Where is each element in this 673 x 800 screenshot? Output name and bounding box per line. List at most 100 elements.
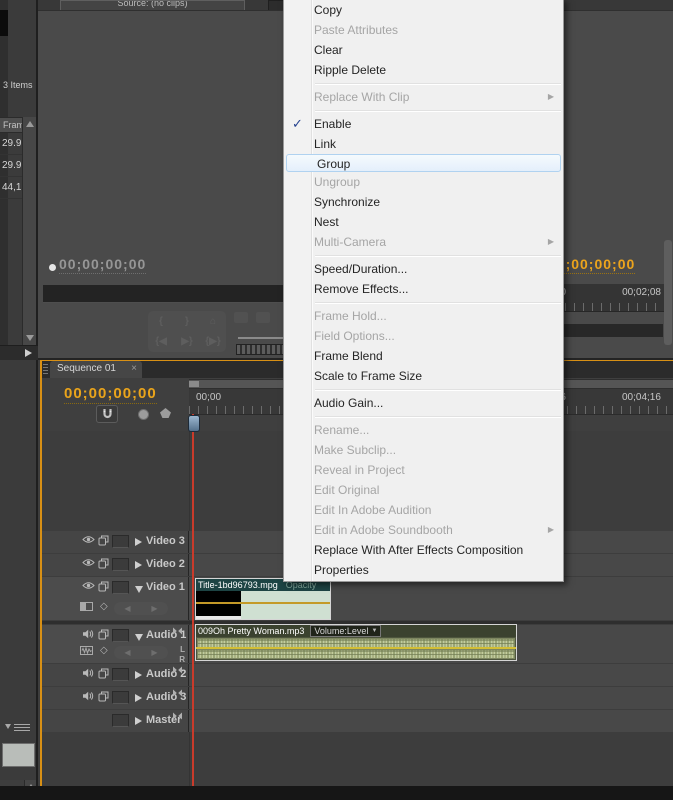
toggle-track-output-speaker-icon[interactable] (82, 668, 95, 678)
menu-item-enable[interactable]: ✓Enable (284, 114, 563, 134)
toggle-track-output-eye-icon[interactable] (82, 581, 95, 590)
expand-collapse-icon[interactable] (135, 584, 143, 593)
scroll-up-icon[interactable] (26, 121, 34, 127)
expand-collapse-icon[interactable] (135, 632, 143, 641)
step-forward-button[interactable] (256, 312, 270, 323)
keyframe-nav: ◀▶ (114, 602, 168, 615)
jog-wheel[interactable] (236, 344, 290, 355)
project-row[interactable]: 29.9 (0, 133, 22, 155)
menu-item-group[interactable]: Group (286, 154, 561, 172)
keyframe-toggle-icon[interactable] (172, 666, 183, 674)
expand-collapse-icon[interactable] (135, 561, 142, 569)
source-timecode[interactable]: 00;00;00;00 (59, 256, 146, 274)
expand-collapse-icon[interactable] (135, 538, 142, 546)
scroll-right-icon[interactable] (25, 349, 32, 357)
sync-lock-box[interactable] (112, 668, 129, 681)
track-lock-icon[interactable] (98, 535, 109, 546)
sync-lock-box[interactable] (112, 691, 129, 704)
menu-item-audio-gain[interactable]: Audio Gain... (284, 393, 563, 413)
keyframe-toggle-icon[interactable] (172, 689, 183, 697)
transport-button[interactable]: ⌂ (210, 316, 216, 327)
menu-item-link[interactable]: Link (284, 134, 563, 154)
track-lock-icon[interactable] (98, 629, 109, 640)
sync-lock-box[interactable] (112, 714, 129, 727)
transport-button[interactable]: ▶} (181, 336, 193, 347)
menu-item-label: Speed/Duration... (314, 259, 407, 279)
sync-lock-box[interactable] (112, 535, 129, 548)
display-style-icon[interactable] (80, 602, 93, 611)
add-keyframe-icon[interactable]: ◇ (100, 602, 108, 612)
panel-grip-icon[interactable] (43, 364, 48, 375)
track-lock-icon[interactable] (98, 558, 109, 569)
menu-item-frame-blend[interactable]: Frame Blend (284, 346, 563, 366)
toggle-track-output-eye-icon[interactable] (82, 535, 95, 544)
toggle-track-output-eye-icon[interactable] (82, 558, 95, 567)
project-row[interactable]: 29.9 (0, 155, 22, 177)
transport-button[interactable]: { (159, 316, 163, 327)
menu-item-ripple-delete[interactable]: Ripple Delete (284, 60, 563, 80)
project-vertical-scrollbar[interactable] (22, 117, 36, 345)
timeline-timecode[interactable]: 00;00;00;00 (64, 385, 157, 404)
toggle-track-output-speaker-icon[interactable] (82, 629, 95, 639)
panel-swatch[interactable] (2, 743, 35, 767)
effect-controls-scrollbar[interactable] (664, 240, 672, 345)
track-lane-audio-2[interactable] (189, 664, 673, 686)
playhead-line[interactable] (192, 414, 194, 786)
scroll-down-icon[interactable] (26, 335, 34, 341)
opacity-rubber-band[interactable] (196, 602, 330, 604)
playhead-marker[interactable] (188, 415, 200, 432)
menu-item-properties[interactable]: Properties (284, 560, 563, 580)
toggle-track-output-speaker-icon[interactable] (82, 691, 95, 701)
track-lane-audio-3[interactable] (189, 687, 673, 709)
project-column-header-frame-rate[interactable]: Fram (0, 117, 22, 133)
expand-collapse-icon[interactable] (135, 717, 142, 725)
volume-rubber-band[interactable] (196, 647, 516, 649)
work-area-start-handle[interactable] (189, 381, 199, 387)
snap-button[interactable] (96, 405, 118, 423)
track-lock-icon[interactable] (98, 691, 109, 702)
set-unnumbered-marker-icon[interactable] (160, 408, 171, 418)
project-horizontal-scrollbar[interactable] (0, 345, 38, 360)
tab-close-icon[interactable]: × (131, 361, 137, 377)
sync-lock-box[interactable] (112, 629, 129, 642)
keyframe-toggle-icon[interactable] (172, 712, 183, 720)
transport-button[interactable]: } (185, 316, 189, 327)
next-keyframe-icon[interactable]: ▶ (151, 604, 157, 613)
sync-lock-box[interactable] (112, 581, 129, 594)
video-clip[interactable]: Title-1bd96793.mpg Opacity (195, 578, 331, 620)
menu-item-speed-duration[interactable]: Speed/Duration... (284, 259, 563, 279)
track-lock-icon[interactable] (98, 581, 109, 592)
audio-clip[interactable]: 009Oh Pretty Woman.mp3 Volume:Level ▼ (195, 624, 517, 661)
step-back-button[interactable] (234, 312, 248, 323)
waveform-style-icon[interactable] (80, 646, 93, 655)
panel-menu-icon[interactable] (5, 724, 11, 729)
volume-level-dropdown[interactable]: Volume:Level ▼ (310, 625, 381, 637)
sync-lock-box[interactable] (112, 558, 129, 571)
menu-item-copy[interactable]: Copy (284, 0, 563, 20)
expand-collapse-icon[interactable] (135, 694, 142, 702)
track-lane-master[interactable] (189, 710, 673, 732)
expand-collapse-icon[interactable] (135, 671, 142, 679)
transport-button[interactable]: {▶} (205, 336, 220, 347)
tab-source-monitor[interactable]: Source: (no clips) (60, 0, 245, 10)
track-lock-icon[interactable] (98, 668, 109, 679)
panel-menu-lines-icon[interactable] (14, 724, 30, 732)
set-encore-marker-icon[interactable] (138, 409, 149, 420)
menu-item-remove-effects[interactable]: Remove Effects... (284, 279, 563, 299)
next-keyframe-icon[interactable]: ▶ (151, 648, 157, 657)
menu-item-synchronize[interactable]: Synchronize (284, 192, 563, 212)
menu-item-clear[interactable]: Clear (284, 40, 563, 60)
prev-keyframe-icon[interactable]: ◀ (124, 604, 130, 613)
add-keyframe-icon[interactable]: ◇ (100, 646, 108, 656)
project-row[interactable]: 44,1 (0, 177, 22, 199)
transport-button[interactable]: {◀ (155, 336, 167, 347)
prev-keyframe-icon[interactable]: ◀ (124, 648, 130, 657)
keyframe-toggle-icon[interactable] (172, 627, 183, 635)
menu-item-replace-with-after-effects-composition[interactable]: Replace With After Effects Composition (284, 540, 563, 560)
tab-sequence-01[interactable]: Sequence 01 × (50, 361, 142, 378)
menu-item-nest[interactable]: Nest (284, 212, 563, 232)
menu-separator (315, 416, 561, 417)
menu-item-scale-to-frame-size[interactable]: Scale to Frame Size (284, 366, 563, 386)
menu-item-edit-in-adobe-audition: Edit In Adobe Audition (284, 500, 563, 520)
shuttle-slider[interactable] (238, 337, 283, 339)
